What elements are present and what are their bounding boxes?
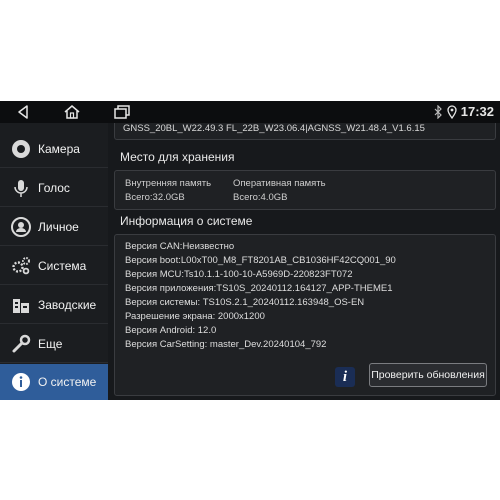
sidebar-item-voice[interactable]: Голос — [0, 169, 108, 207]
sidebar-item-label: Камера — [38, 141, 80, 156]
gears-icon — [10, 255, 32, 277]
sidebar-item-about[interactable]: О системе — [0, 364, 108, 400]
sidebar-item-label: Заводские — [38, 297, 97, 312]
ram-label: Оперативная память — [233, 178, 326, 189]
sidebar-item-factory[interactable]: Заводские — [0, 286, 108, 324]
gnss-version-panel: GNSS_20BL_W22.49.3 FL_22B_W23.06.4|AGNSS… — [114, 123, 496, 140]
system-info-panel: Версия CAN:Неизвестно Версия boot:L00xT0… — [114, 234, 496, 396]
storage-title: Место для хранения — [120, 150, 235, 164]
sidebar-item-system[interactable]: Система — [0, 247, 108, 285]
internal-memory-label: Внутренняя память — [125, 178, 212, 189]
info-line-can: Версия CAN:Неизвестно — [125, 241, 235, 252]
about-content: GNSS_20BL_W22.49.3 FL_22B_W23.06.4|AGNSS… — [108, 123, 500, 400]
sidebar-item-personal[interactable]: Личное — [0, 208, 108, 246]
info-line-mcu: Версия MCU:Ts10.1.1-100-10-A5969D-220823… — [125, 269, 353, 280]
ram-value: Всего:4.0GB — [233, 192, 288, 203]
sidebar-item-label: Еще — [38, 336, 63, 351]
sidebar-item-camera[interactable]: Камера — [0, 130, 108, 168]
system-info-title: Информация о системе — [120, 214, 253, 228]
info-line-android: Версия Android: 12.0 — [125, 325, 217, 336]
person-icon — [10, 216, 32, 238]
info-line-system: Версия системы: TS10S.2.1_20240112.16394… — [125, 297, 365, 308]
sidebar-item-label: Личное — [38, 219, 79, 234]
status-bar: 17:32 — [0, 101, 500, 123]
storage-panel: Внутренняя память Всего:32.0GB Оперативн… — [114, 170, 496, 210]
recent-apps-button[interactable] — [112, 103, 132, 121]
recent-apps-icon — [114, 105, 130, 119]
check-updates-button[interactable]: Проверить обновления — [369, 363, 487, 387]
location-icon — [447, 104, 457, 119]
factory-icon — [10, 294, 32, 316]
microphone-icon — [10, 177, 32, 199]
sidebar-item-label: О системе — [38, 375, 97, 389]
info-badge-icon[interactable]: i — [335, 367, 355, 387]
home-icon — [64, 105, 80, 119]
home-button[interactable] — [62, 103, 82, 121]
gnss-version-text: GNSS_20BL_W22.49.3 FL_22B_W23.06.4|AGNSS… — [123, 123, 425, 134]
back-button[interactable] — [14, 103, 34, 121]
sidebar-item-label: Система — [38, 258, 87, 273]
info-line-resolution: Разрешение экрана: 2000x1200 — [125, 311, 265, 322]
status-time: 17:32 — [460, 104, 494, 119]
info-line-boot: Версия boot:L00xT00_M8_FT8201AB_CB1036HF… — [125, 255, 396, 266]
info-line-carsetting: Версия CarSetting: master_Dev.20240104_7… — [125, 339, 327, 350]
back-icon — [18, 105, 28, 119]
info-icon — [10, 371, 32, 393]
bluetooth-icon — [434, 104, 442, 119]
sidebar-item-more[interactable]: Еще — [0, 325, 108, 363]
camera-icon — [10, 138, 32, 160]
settings-sidebar: Камера Голос Личное Система Заводские Ещ… — [0, 123, 108, 400]
sidebar-item-label: Голос — [38, 180, 70, 195]
internal-memory-value: Всего:32.0GB — [125, 192, 185, 203]
head-unit-screen: 17:32 Камера Голос Личное Система Заводс… — [0, 101, 500, 400]
wrench-icon — [10, 333, 32, 355]
info-line-app: Версия приложения:TS10S_20240112.164127_… — [125, 283, 393, 294]
